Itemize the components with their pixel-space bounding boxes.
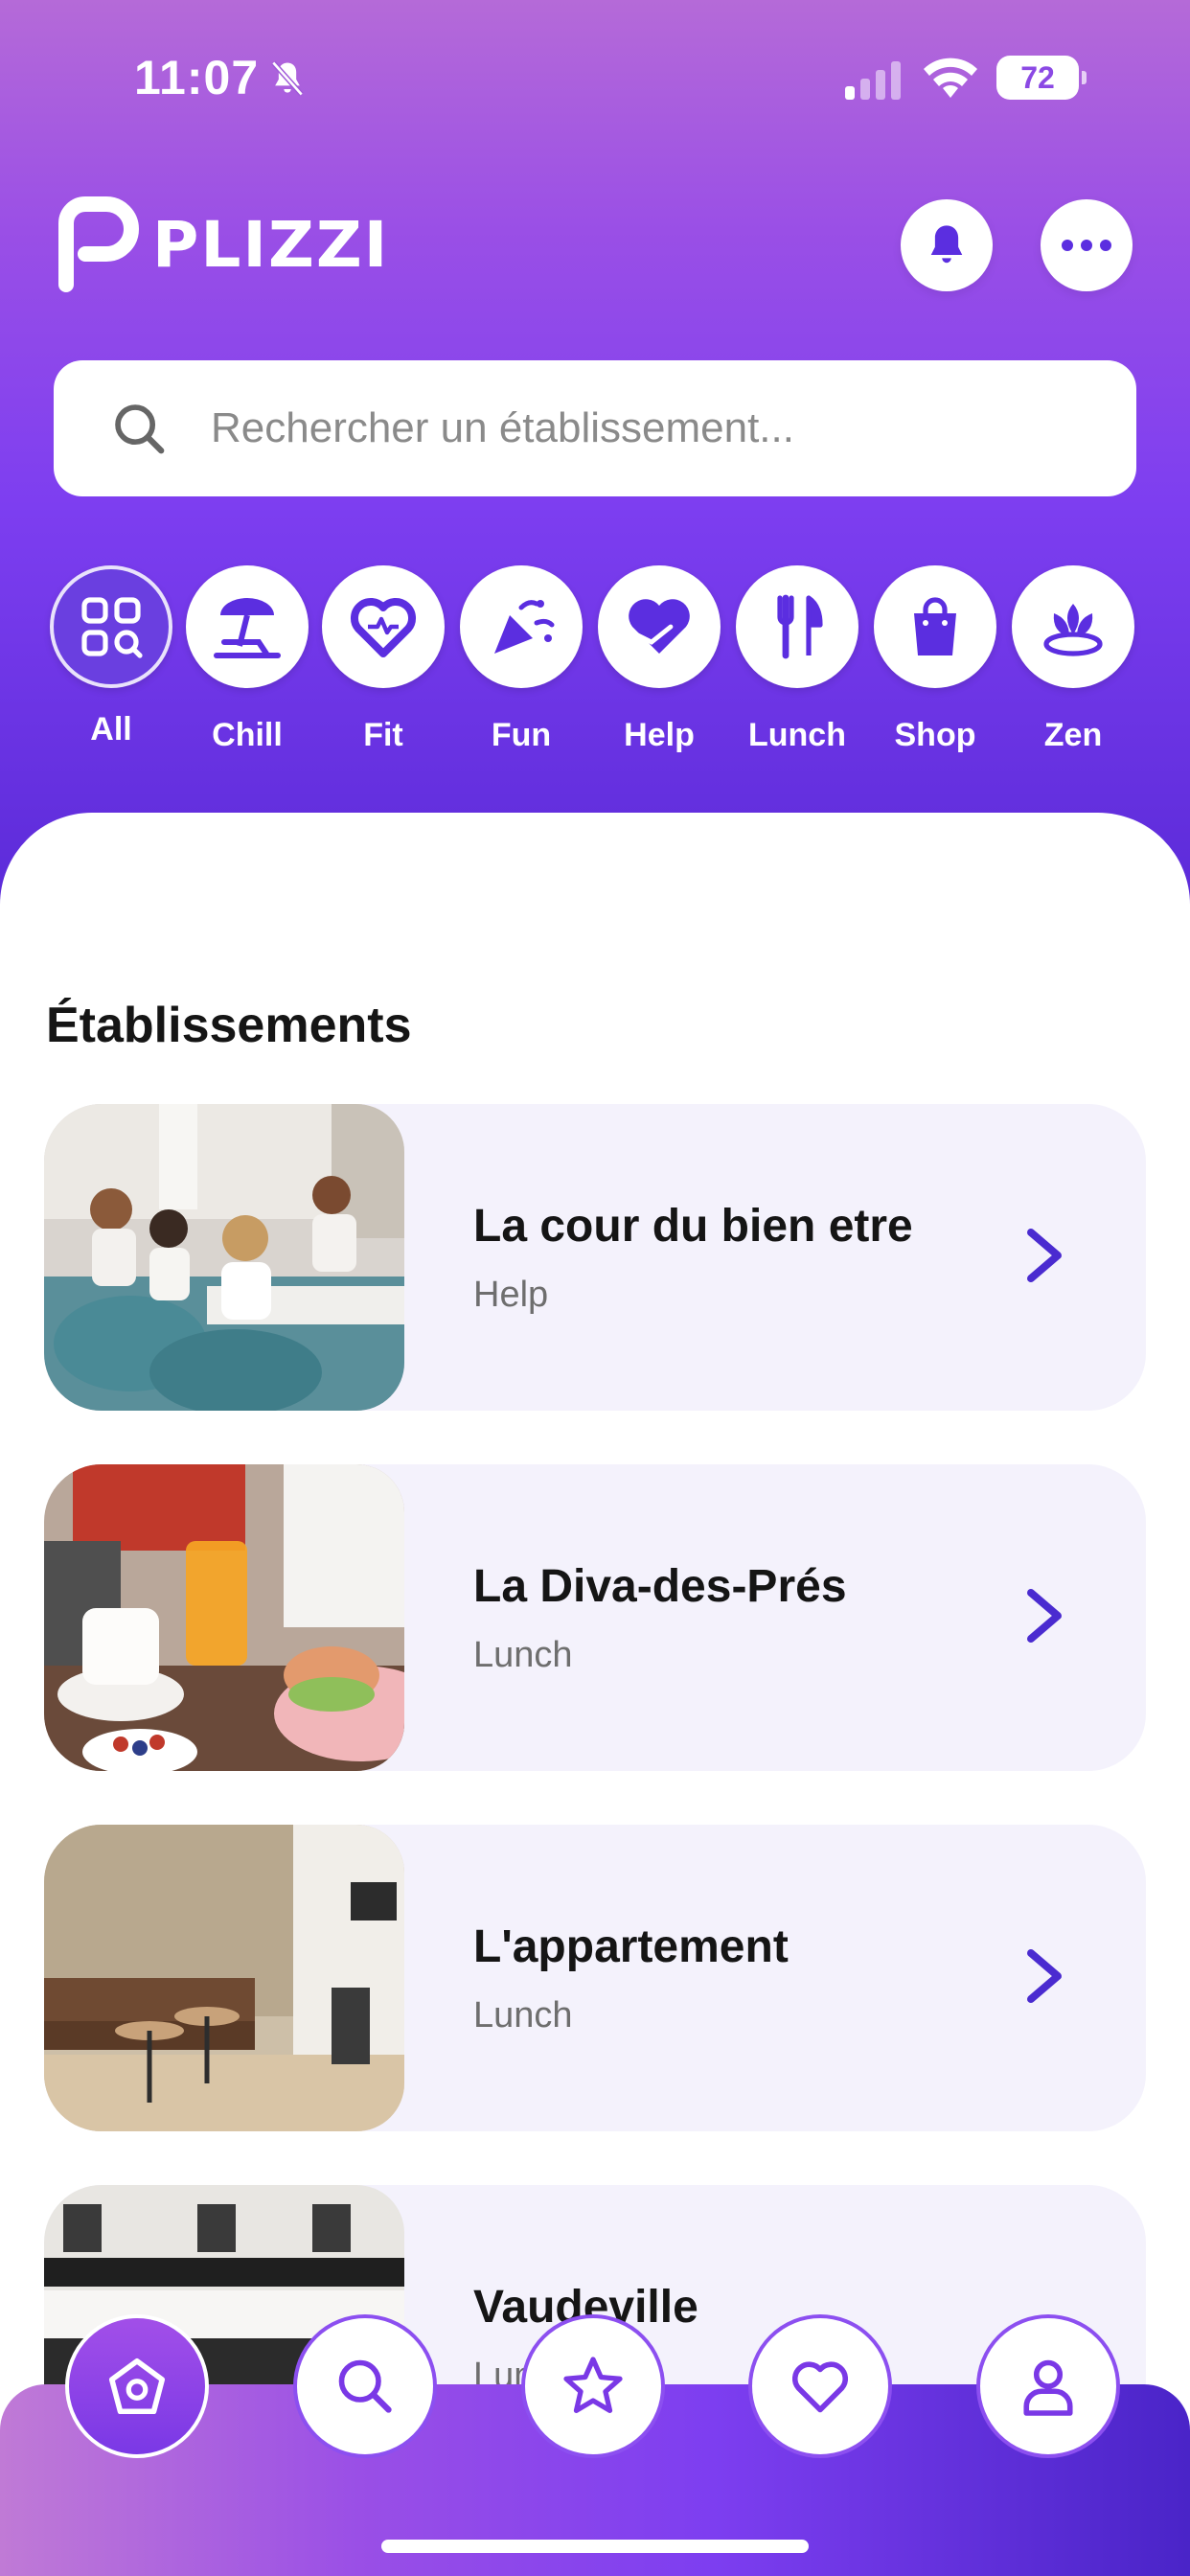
category-label: All (90, 711, 132, 748)
search-icon (338, 2359, 392, 2413)
category-zen-circle (1012, 565, 1134, 688)
nav-search-button[interactable] (293, 2314, 437, 2458)
salon-photo-illustration (44, 1104, 404, 1411)
establishment-photo (44, 1825, 404, 2131)
category-zen[interactable]: Zen (1011, 565, 1135, 754)
search-icon (115, 404, 165, 454)
establishment-photo (44, 1464, 404, 1771)
home-indicator (381, 2540, 809, 2553)
lotus-icon (1043, 604, 1103, 656)
category-label: Fun (491, 717, 552, 753)
heart-hands-icon (629, 599, 690, 654)
category-all[interactable]: All (49, 565, 173, 748)
category-fun[interactable]: Fun (459, 565, 584, 754)
star-icon (563, 2357, 623, 2413)
search-input[interactable] (211, 404, 1073, 452)
bell-muted-icon (271, 60, 304, 97)
nav-home-button[interactable] (65, 2314, 209, 2458)
brand-logo: PLIZZI (53, 196, 389, 292)
chevron-right-icon[interactable] (1019, 1587, 1069, 1644)
battery-level: 72 (1020, 59, 1055, 95)
establishment-name: La Diva-des-Prés (473, 1561, 847, 1612)
nav-favorites-button[interactable] (748, 2314, 892, 2458)
establishment-card[interactable]: L'appartement Lunch (44, 1825, 1146, 2131)
establishment-card[interactable]: La cour du bien etre Help (44, 1104, 1146, 1411)
beach-icon (214, 598, 281, 658)
category-filter-bar: All Chill Fit Fun Help Lunch Shop Zen (0, 565, 1190, 786)
heart-outline-icon (351, 598, 416, 657)
bell-icon (930, 225, 963, 264)
notifications-button[interactable] (901, 199, 993, 291)
category-label: Zen (1043, 717, 1103, 753)
section-title: Établissements (46, 998, 412, 1053)
establishment-category: Lunch (473, 1995, 573, 2036)
status-bar: 11:07 72 (0, 0, 1190, 144)
party-popper-icon (494, 600, 555, 654)
establishment-photo (44, 1104, 404, 1411)
wifi-icon (924, 58, 977, 98)
category-chill[interactable]: Chill (185, 565, 309, 754)
grid-search-icon (81, 597, 143, 658)
category-shop[interactable]: Shop (873, 565, 997, 754)
signal-icon (845, 61, 901, 100)
category-lunch[interactable]: Lunch (735, 565, 859, 754)
plizzi-logo-icon (58, 196, 139, 292)
category-label: Chill (212, 717, 283, 753)
category-chill-circle (186, 565, 309, 688)
ellipsis-icon (1062, 240, 1111, 251)
category-fit[interactable]: Fit (321, 565, 446, 754)
nav-profile-button[interactable] (976, 2314, 1120, 2458)
establishment-name: L'appartement (473, 1921, 789, 1972)
shopping-bag-icon (914, 597, 956, 656)
status-time: 11:07 (134, 51, 260, 104)
category-shop-circle (874, 565, 996, 688)
category-label: Lunch (748, 717, 846, 753)
cafe-interior-photo-illustration (44, 1825, 404, 2131)
category-label: Shop (894, 717, 976, 753)
establishment-category: Help (473, 1275, 549, 1315)
category-all-circle (50, 565, 172, 688)
brunch-photo-illustration (44, 1464, 404, 1771)
search-bar[interactable] (54, 360, 1136, 496)
chevron-right-icon[interactable] (1019, 1947, 1069, 2005)
establishment-name: La cour du bien etre (473, 1201, 913, 1252)
category-fit-circle (322, 565, 445, 688)
brand-name: PLIZZI (152, 207, 390, 282)
nav-star-button[interactable] (521, 2314, 665, 2458)
battery-indicator: 72 (996, 56, 1087, 100)
fork-knife-icon (777, 594, 823, 659)
more-options-button[interactable] (1041, 199, 1133, 291)
category-lunch-circle (736, 565, 858, 688)
chevron-right-icon[interactable] (1019, 1227, 1069, 1284)
user-icon (1023, 2359, 1073, 2416)
category-fun-circle (460, 565, 583, 688)
category-label: Help (624, 717, 695, 753)
category-label: Fit (363, 717, 403, 753)
heart-icon (791, 2361, 849, 2413)
home-icon (108, 2358, 166, 2415)
category-help-circle (598, 565, 721, 688)
category-help[interactable]: Help (597, 565, 721, 754)
establishment-card[interactable]: La Diva-des-Prés Lunch (44, 1464, 1146, 1771)
establishment-category: Lunch (473, 1635, 573, 1675)
